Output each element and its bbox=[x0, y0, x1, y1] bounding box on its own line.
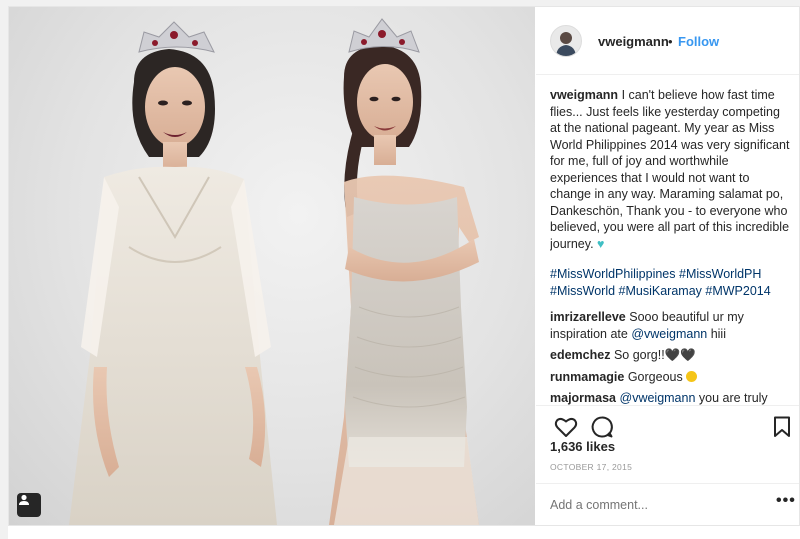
comment-bubble-icon[interactable] bbox=[590, 415, 614, 439]
comment-username[interactable]: runmamagie bbox=[550, 370, 624, 384]
post-photo[interactable] bbox=[9, 7, 535, 525]
header-username[interactable]: vweigmann bbox=[598, 34, 669, 49]
follow-button[interactable]: Follow bbox=[678, 34, 719, 49]
heart-outline-icon[interactable] bbox=[554, 416, 578, 438]
comment-text: Gorgeous bbox=[627, 369, 687, 384]
comment-text: So gorg!!🖤🖤 bbox=[613, 348, 696, 362]
photo-illustration bbox=[69, 18, 479, 525]
caption-text: I can't believe how fast time flies... J… bbox=[550, 88, 790, 251]
add-comment-input[interactable] bbox=[550, 496, 760, 514]
likes-count[interactable]: 1,636 likes bbox=[550, 439, 615, 454]
bookmark-icon[interactable] bbox=[773, 416, 791, 438]
comment-username[interactable]: edemchez bbox=[550, 348, 610, 362]
more-options-button[interactable]: ••• bbox=[776, 492, 796, 510]
post-side-panel: vweigmann • Follow vweigmann I can't bel… bbox=[536, 7, 799, 525]
post-date[interactable]: OCTOBER 17, 2015 bbox=[550, 462, 632, 472]
comment-mention[interactable]: @vweigmann bbox=[631, 327, 707, 341]
user-tag-icon[interactable] bbox=[17, 493, 41, 517]
header-separator: • bbox=[668, 34, 673, 49]
comment-text-after: hiii bbox=[707, 326, 726, 341]
comment-mention[interactable]: @vweigmann bbox=[620, 391, 696, 405]
comments-list[interactable]: vweigmann I can't believe how fast time … bbox=[550, 87, 790, 405]
browser-left-strip bbox=[0, 6, 8, 539]
post-header: vweigmann • Follow bbox=[536, 7, 799, 75]
list-item: runmamagie Gorgeous bbox=[550, 369, 790, 386]
smiley-emoji-icon bbox=[686, 370, 698, 382]
comment-username[interactable]: majormasa bbox=[550, 391, 616, 405]
list-item: edemchez So gorg!!🖤🖤 bbox=[550, 347, 790, 364]
caption-username[interactable]: vweigmann bbox=[550, 88, 618, 102]
caption-hashtags[interactable]: #MissWorldPhilippines #MissWorldPH #Miss… bbox=[550, 267, 771, 298]
teal-heart-icon: ♥ bbox=[597, 236, 605, 251]
comment-username[interactable]: imrizarelleve bbox=[550, 310, 626, 324]
list-item: majormasa @vweigmann you are truly admir… bbox=[550, 390, 790, 405]
caption: vweigmann I can't believe how fast time … bbox=[550, 87, 790, 299]
list-item: imrizarelleve Sooo beautiful ur my inspi… bbox=[550, 309, 790, 342]
action-bar bbox=[536, 405, 799, 438]
instagram-post: vweigmann • Follow vweigmann I can't bel… bbox=[8, 6, 800, 526]
add-comment-bar: ••• bbox=[536, 483, 799, 525]
avatar[interactable] bbox=[550, 25, 582, 57]
